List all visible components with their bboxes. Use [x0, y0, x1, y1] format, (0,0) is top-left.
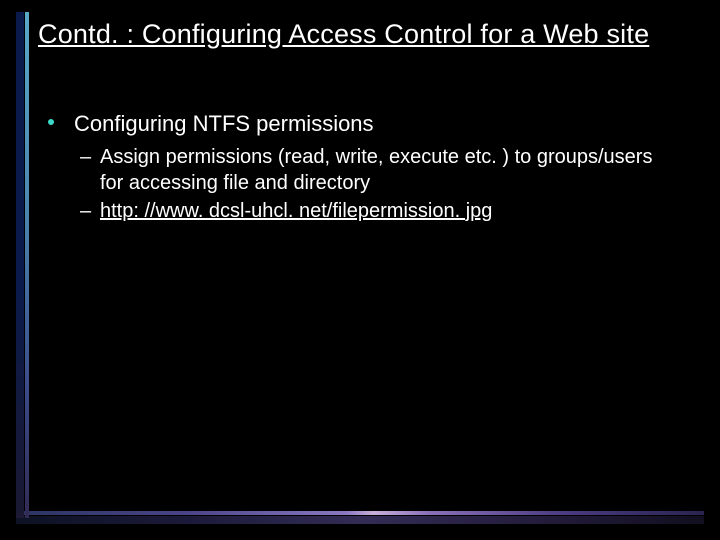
- bullet-level1-text: Configuring NTFS permissions: [74, 111, 374, 136]
- bullet-dash-icon: –: [80, 198, 91, 224]
- bullet-dot-icon: [48, 119, 54, 125]
- bullet-level2-link: http: //www. dcsl-uhcl. net/filepermissi…: [100, 200, 492, 222]
- left-accent-bar: [16, 12, 30, 518]
- bottom-accent-dark: [16, 516, 704, 524]
- bullet-level2-text: Assign permissions (read, write, execute…: [100, 146, 652, 194]
- slide-body: Configuring NTFS permissions – Assign pe…: [48, 110, 680, 224]
- left-accent-dark: [16, 12, 24, 518]
- bullet-dash-icon: –: [80, 144, 91, 170]
- bottom-accent-bar: [16, 510, 704, 524]
- left-accent-light: [25, 12, 29, 518]
- bullet-level1: Configuring NTFS permissions: [48, 110, 680, 138]
- bullet-level2: – Assign permissions (read, write, execu…: [74, 144, 680, 196]
- slide: Contd. : Configuring Access Control for …: [0, 0, 720, 540]
- bottom-accent-light: [16, 511, 704, 515]
- bullet-level2: – http: //www. dcsl-uhcl. net/filepermis…: [74, 198, 680, 224]
- slide-title: Contd. : Configuring Access Control for …: [38, 18, 690, 52]
